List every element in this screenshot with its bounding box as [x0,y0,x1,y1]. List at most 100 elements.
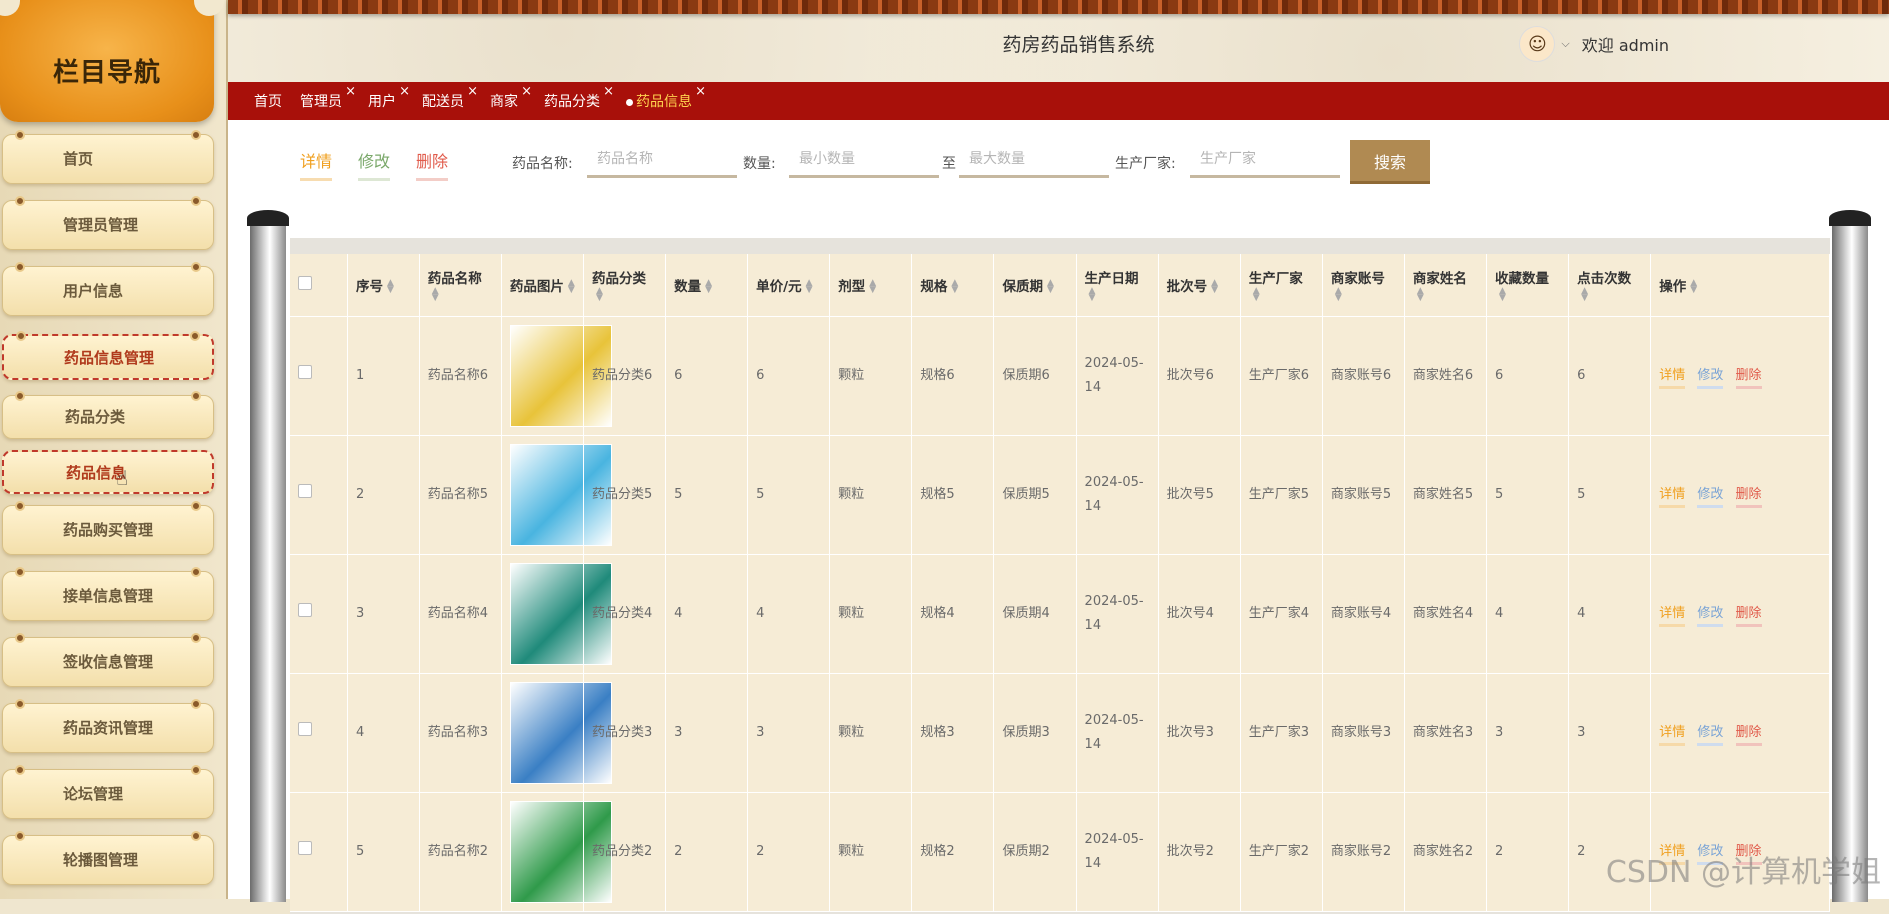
cell-drug-name: 药品名称6 [419,316,502,436]
row-checkbox[interactable] [290,316,348,436]
sidebar-title: 栏目导航 [52,58,161,88]
sidebar-item-label: 药品购买管理 [63,521,154,539]
close-icon[interactable]: × [399,84,410,99]
row-checkbox[interactable] [290,554,348,674]
cell-no: 5 [347,792,420,912]
delete-button[interactable]: 删除 [416,148,449,181]
close-icon[interactable]: × [521,84,532,99]
close-icon[interactable]: × [467,84,478,99]
cell-batch: 批次号2 [1158,792,1241,912]
cell-spec: 规格4 [911,554,995,674]
table-row[interactable]: 1 药品名称6 药品分类6 6 6 颗粒 规格6 保质期6 2024-05-14… [290,316,1830,436]
table-row[interactable]: 4 药品名称3 药品分类3 3 3 颗粒 规格3 保质期3 2024-05-14… [290,673,1830,793]
close-icon[interactable]: × [603,84,614,99]
cell-drug-name: 药品名称5 [419,435,502,555]
row-edit-button[interactable]: 修改 [1697,486,1724,508]
table-row[interactable]: 2 药品名称5 药品分类5 5 5 颗粒 规格5 保质期5 2024-05-14… [290,435,1830,555]
tab-courier[interactable]: 配送员 × [422,84,478,111]
column-header[interactable]: 商家账号 ▲ ▼ [1322,254,1405,317]
row-delete-button[interactable]: 删除 [1735,724,1762,746]
column-header[interactable]: 剂型 ▲ ▼ [829,254,913,317]
sidebar-item-user-info[interactable]: 用户信息 [2,262,214,316]
tab-drug-category[interactable]: 药品分类 × [544,84,614,111]
cell-clicks: 5 [1568,435,1652,555]
tab-home[interactable]: 首页 [254,91,282,111]
sidebar-item-drug-purchase[interactable]: 药品购买管理 [2,501,214,555]
drug-table-container: 序号 ▲ ▼ 药品名称 ▲ ▼ 药品图片 ▲ ▼ 药品分类 ▲ ▼ 数量 ▲ ▼ 单价/元 ▲ ▼ 剂型… [290,238,1830,914]
detail-button[interactable]: 详情 [300,148,333,181]
column-header[interactable]: 生产日期 ▲ ▼ [1076,254,1159,317]
row-edit-button[interactable]: 修改 [1697,724,1724,746]
close-icon[interactable]: × [345,84,356,99]
cell-category: 药品分类3 [583,673,667,793]
row-edit-button[interactable]: 修改 [1697,605,1724,627]
sidebar: 栏目导航 首页 管理员管理 用户信息 药品信息管理 药品分类 药品信息 药品购买… [0,0,228,899]
row-edit-button[interactable]: 修改 [1697,367,1724,389]
column-header[interactable]: 规格 ▲ ▼ [911,254,995,317]
sort-icon: ▲ ▼ [1252,285,1260,303]
sort-icon: ▲ ▼ [1581,285,1589,303]
chevron-down-icon[interactable]: ⌵ [1561,37,1569,51]
avatar-icon[interactable]: ☺ [1519,26,1556,62]
edit-button[interactable]: 修改 [358,148,391,181]
cell-shelf-life: 保质期5 [993,435,1077,555]
column-header[interactable]: 保质期 ▲ ▼ [993,254,1077,317]
tab-drug-info[interactable]: 药品信息 × [626,84,706,111]
close-icon[interactable]: × [695,84,706,99]
quantity-max-input[interactable] [959,142,1109,178]
sidebar-item-home[interactable]: 首页 [2,130,214,184]
select-all-checkbox[interactable] [290,254,348,317]
action-toolbar: 详情 修改 删除 [300,148,474,181]
row-checkbox[interactable] [290,792,348,912]
quantity-min-input[interactable] [789,142,939,178]
column-header[interactable]: 收藏数量 ▲ ▼ [1486,254,1570,317]
column-header[interactable]: 批次号 ▲ ▼ [1158,254,1241,317]
column-header[interactable]: 数量 ▲ ▼ [665,254,749,317]
search-button[interactable]: 搜索 [1350,140,1430,184]
sidebar-item-forum-management[interactable]: 论坛管理 [2,765,214,819]
sort-icon: ▲ ▼ [1690,277,1698,295]
row-detail-button[interactable]: 详情 [1659,486,1686,508]
sort-icon: ▲ ▼ [1499,285,1506,303]
sidebar-item-news-management[interactable]: 药品资讯管理 [2,699,214,753]
column-header[interactable]: 商家姓名 ▲ ▼ [1404,254,1488,317]
cell-drug-image [501,316,612,436]
column-header[interactable]: 药品图片 ▲ ▼ [501,254,584,317]
row-detail-button[interactable]: 详情 [1659,724,1686,746]
table-row[interactable]: 5 药品名称2 药品分类2 2 2 颗粒 规格2 保质期2 2024-05-14… [290,792,1830,912]
drug-name-input[interactable] [587,142,737,178]
table-row[interactable]: 3 药品名称4 药品分类4 4 4 颗粒 规格4 保质期4 2024-05-14… [290,554,1830,674]
column-header[interactable]: 生产厂家 ▲ ▼ [1240,254,1323,317]
row-detail-button[interactable]: 详情 [1659,605,1686,627]
column-header[interactable]: 药品分类 ▲ ▼ [583,254,667,317]
sidebar-item-receipt-management[interactable]: 签收信息管理 [2,633,214,687]
cell-favorites: 6 [1486,316,1570,436]
scroll-pole-left [247,210,289,902]
manufacturer-input[interactable] [1190,142,1340,178]
sidebar-item-order-management[interactable]: 接单信息管理 [2,567,214,621]
column-header[interactable]: 单价/元 ▲ ▼ [747,254,831,317]
row-delete-button[interactable]: 删除 [1735,486,1762,508]
sidebar-item-carousel-management[interactable]: 轮播图管理 [2,831,214,885]
user-menu[interactable]: ☺ ⌵ 欢迎 admin [1519,26,1669,62]
sidebar-item-admin-management[interactable]: 管理员管理 [2,196,214,250]
sort-icon: ▲ ▼ [805,277,813,295]
sidebar-item-drug-info-management[interactable]: 药品信息管理 [2,331,214,380]
column-header[interactable]: 点击次数 ▲ ▼ [1568,254,1652,317]
cell-favorites: 3 [1486,673,1570,793]
cell-production-date: 2024-05-14 [1076,673,1159,793]
tab-merchant[interactable]: 商家 × [490,84,532,111]
sidebar-item-drug-info[interactable]: 药品信息 [2,450,214,494]
row-detail-button[interactable]: 详情 [1659,367,1686,389]
row-checkbox[interactable] [290,435,348,555]
column-header[interactable]: 药品名称 ▲ ▼ [419,254,502,317]
cell-form: 颗粒 [829,435,913,555]
row-delete-button[interactable]: 删除 [1735,605,1762,627]
row-checkbox[interactable] [290,673,348,793]
sidebar-item-drug-category[interactable]: 药品分类 [2,391,214,439]
cell-spec: 规格5 [911,435,995,555]
row-delete-button[interactable]: 删除 [1735,367,1762,389]
tab-user[interactable]: 用户 × [368,84,410,111]
tab-admin[interactable]: 管理员 × [300,84,356,111]
column-header[interactable]: 序号 ▲ ▼ [347,254,420,317]
